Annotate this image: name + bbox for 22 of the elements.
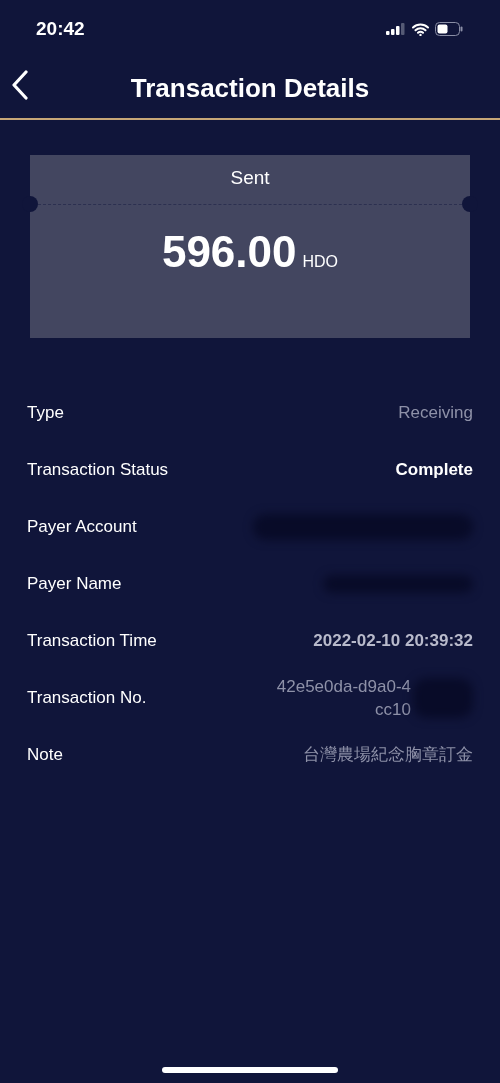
detail-label: Transaction Status (27, 459, 169, 480)
detail-label: Payer Name (27, 573, 122, 594)
detail-value: 台灣農場紀念胸章訂金 (303, 744, 473, 766)
detail-label: Type (27, 402, 64, 423)
wifi-icon (412, 22, 429, 36)
currency: HDO (302, 253, 339, 271)
status-time: 20:42 (36, 18, 85, 40)
detail-label: Payer Account (27, 516, 137, 537)
detail-value: Complete (395, 459, 473, 480)
detail-label: Note (27, 744, 63, 765)
signal-icon (386, 23, 406, 35)
detail-value: Receiving (398, 402, 473, 423)
detail-label: Transaction No. (27, 687, 147, 708)
detail-value: 2022-02-10 20:39:32 (313, 630, 473, 651)
back-button[interactable] (10, 70, 30, 100)
amount: 596.00 (161, 227, 297, 277)
back-chevron-icon (12, 70, 28, 100)
page-title: Transaction Details (130, 72, 370, 104)
ticket-label: Sent (230, 167, 270, 189)
detail-label: Transaction Time (27, 630, 157, 651)
battery-icon (435, 22, 463, 36)
detail-value: 42e5e0da-d9a0-4 cc10 (276, 675, 411, 721)
